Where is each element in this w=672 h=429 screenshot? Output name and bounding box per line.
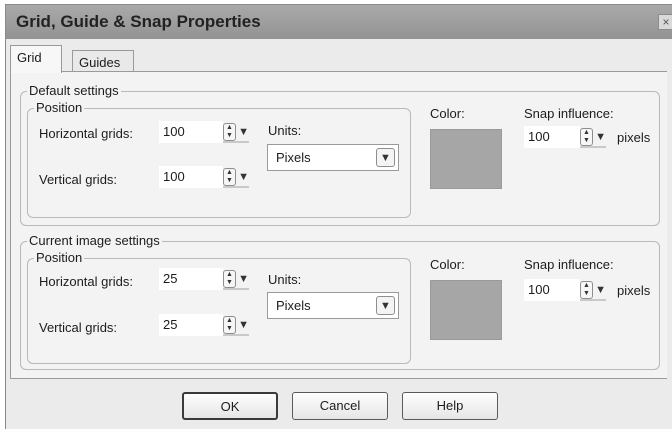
default-settings-label: Default settings [27,83,121,98]
default-snap-spin[interactable]: 100 ▲ ▼ ▼ [524,126,606,148]
default-horizontal-label: Horizontal grids: [39,126,133,141]
spin-updown-icon[interactable]: ▲ ▼ ▼ [223,167,249,187]
current-settings-label: Current image settings [27,233,162,248]
default-color-swatch[interactable] [430,129,502,189]
tab-grid[interactable]: Grid [10,45,62,73]
default-horizontal-spin[interactable]: 100 ▲ ▼ ▼ [159,121,249,143]
current-position-group: Position Horizontal grids: 25 ▲ ▼ ▼ Vertic… [27,250,411,364]
chevron-down-icon[interactable]: ▼ [376,148,395,167]
default-horizontal-input[interactable]: 100 [159,121,223,143]
dialog-title: Grid, Guide & Snap Properties [16,12,261,31]
current-color-label: Color: [430,257,465,272]
default-units-select[interactable]: Pixels ▼ [267,144,399,171]
tab-guides[interactable]: Guides [72,50,134,73]
spin-updown-icon[interactable]: ▲ ▼ ▼ [580,280,606,300]
default-position-label: Position [34,100,85,115]
default-vertical-label: Vertical grids: [39,172,118,187]
default-units-value: Pixels [276,150,311,165]
current-position-label: Position [34,250,85,265]
current-horizontal-input[interactable]: 25 [159,268,223,290]
current-vertical-input[interactable]: 25 [159,314,223,336]
cancel-button[interactable]: Cancel [292,392,388,420]
default-units-label: Units: [268,123,302,138]
current-vertical-label: Vertical grids: [39,320,118,335]
current-horizontal-label: Horizontal grids: [39,274,133,289]
spin-updown-icon[interactable]: ▲ ▼ ▼ [223,315,249,335]
current-units-value: Pixels [276,298,311,313]
default-vertical-spin[interactable]: 100 ▲ ▼ ▼ [159,166,249,188]
close-icon[interactable]: × [658,14,672,30]
chevron-down-icon[interactable]: ▼ [376,296,395,315]
current-snap-spin[interactable]: 100 ▲ ▼ ▼ [524,279,606,301]
current-horizontal-spin[interactable]: 25 ▲ ▼ ▼ [159,268,249,290]
default-snap-unit: pixels [617,130,651,145]
current-snap-unit: pixels [617,283,651,298]
current-color-swatch[interactable] [430,280,502,340]
spin-updown-icon[interactable]: ▲ ▼ ▼ [223,269,249,289]
default-snap-input[interactable]: 100 [524,126,580,148]
default-settings-group: Default settings Position Horizontal gri… [20,83,660,226]
current-snap-label: Snap influence: [524,257,614,272]
spin-updown-icon[interactable]: ▲ ▼ ▼ [580,127,606,147]
current-snap-input[interactable]: 100 [524,279,580,301]
title-bar[interactable]: Grid, Guide & Snap Properties × [6,5,672,39]
current-units-label: Units: [268,272,302,287]
default-snap-label: Snap influence: [524,106,614,121]
ok-button[interactable]: OK [182,392,278,420]
default-vertical-input[interactable]: 100 [159,166,223,188]
default-color-label: Color: [430,106,465,121]
current-units-select[interactable]: Pixels ▼ [267,292,399,319]
current-settings-group: Current image settings Position Horizont… [20,233,660,370]
spin-updown-icon[interactable]: ▲ ▼ ▼ [223,122,249,142]
default-position-group: Position Horizontal grids: 100 ▲ ▼ ▼ Verti… [27,100,411,218]
help-button[interactable]: Help [402,392,498,420]
tab-panel-grid: Default settings Position Horizontal gri… [10,71,667,379]
current-vertical-spin[interactable]: 25 ▲ ▼ ▼ [159,314,249,336]
